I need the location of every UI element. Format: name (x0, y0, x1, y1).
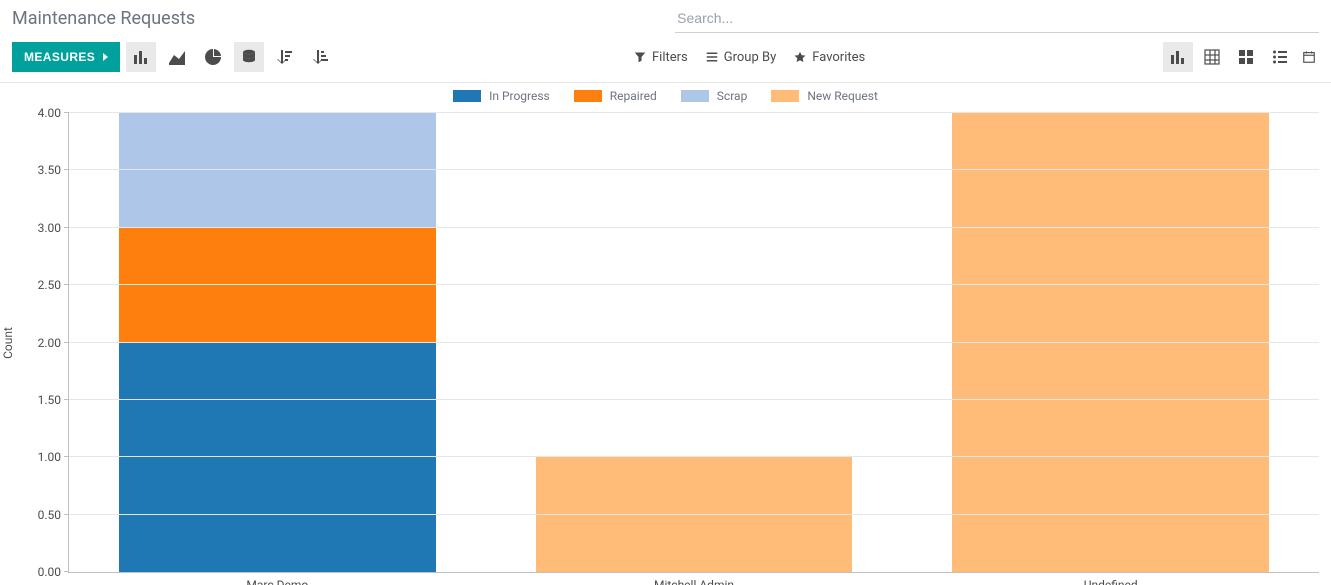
funnel-icon (634, 51, 646, 63)
chart-bars: Marc DemoMitchell AdminUndefined (69, 113, 1319, 572)
view-calendar-icon[interactable] (1299, 42, 1319, 72)
stacked-icon[interactable] (234, 42, 264, 72)
stacked-bar (952, 113, 1269, 572)
x-axis-label: Mitchell Admin (486, 572, 903, 585)
sort-asc-icon[interactable] (306, 42, 336, 72)
bar-segment[interactable] (119, 113, 436, 228)
legend-item[interactable]: In Progress (453, 89, 550, 103)
measures-button[interactable]: MEASURES (12, 42, 120, 72)
bar-chart-icon[interactable] (126, 42, 156, 72)
bar-slot: Mitchell Admin (486, 113, 903, 572)
page-title: Maintenance Requests (12, 8, 195, 29)
gridline (69, 284, 1319, 285)
legend-item[interactable]: New Request (771, 89, 878, 103)
pie-chart-icon[interactable] (198, 42, 228, 72)
legend-item[interactable]: Scrap (681, 89, 748, 103)
ytick-label: 0.00 (38, 565, 69, 579)
bar-segment[interactable] (952, 113, 1269, 572)
filters-button[interactable]: Filters (634, 50, 688, 65)
line-chart-icon[interactable] (162, 42, 192, 72)
y-axis-label: Count (1, 327, 15, 359)
measures-label: MEASURES (24, 50, 95, 64)
gridline (69, 342, 1319, 343)
group-by-button[interactable]: Group By (706, 50, 777, 65)
ytick-label: 2.00 (38, 336, 69, 350)
sort-desc-icon[interactable] (270, 42, 300, 72)
x-axis-label: Marc Demo (69, 572, 486, 585)
ytick-label: 0.50 (38, 508, 69, 522)
group-by-label: Group By (724, 50, 777, 65)
favorites-button[interactable]: Favorites (794, 50, 865, 65)
view-pivot-icon[interactable] (1197, 42, 1227, 72)
gridline (69, 399, 1319, 400)
ytick-label: 2.50 (38, 278, 69, 292)
gridline (69, 227, 1319, 228)
legend-item[interactable]: Repaired (574, 89, 657, 103)
bar-segment[interactable] (119, 228, 436, 343)
view-kanban-icon[interactable] (1231, 42, 1261, 72)
filters-label: Filters (652, 50, 688, 65)
x-axis-label: Undefined (902, 572, 1319, 585)
bar-segment[interactable] (536, 457, 853, 572)
chart-legend: In Progress Repaired Scrap New Request (0, 89, 1331, 103)
legend-swatch (453, 90, 481, 102)
gridline (69, 456, 1319, 457)
favorites-label: Favorites (812, 50, 865, 65)
gridline (69, 514, 1319, 515)
bar-slot: Marc Demo (69, 113, 486, 572)
stacked-bar (119, 113, 436, 572)
legend-label: In Progress (489, 89, 550, 103)
star-icon (794, 51, 806, 63)
gridline (69, 169, 1319, 170)
legend-label: New Request (807, 89, 878, 103)
bar-segment[interactable] (119, 343, 436, 573)
view-list-icon[interactable] (1265, 42, 1295, 72)
list-icon (706, 51, 718, 63)
ytick-label: 4.00 (38, 106, 69, 120)
gridline (69, 112, 1319, 113)
legend-swatch (771, 90, 799, 102)
ytick-label: 1.00 (38, 450, 69, 464)
bar-slot: Undefined (902, 113, 1319, 572)
legend-label: Scrap (717, 89, 748, 103)
caret-right-icon (103, 53, 108, 61)
legend-swatch (574, 90, 602, 102)
search-input[interactable] (675, 3, 1319, 33)
ytick-label: 3.50 (38, 163, 69, 177)
stacked-bar (536, 113, 853, 572)
view-graph-icon[interactable] (1163, 42, 1193, 72)
chart-plot: Marc DemoMitchell AdminUndefined 0.000.5… (68, 113, 1319, 573)
ytick-label: 3.00 (38, 221, 69, 235)
legend-swatch (681, 90, 709, 102)
ytick-label: 1.50 (38, 393, 69, 407)
legend-label: Repaired (610, 89, 657, 103)
